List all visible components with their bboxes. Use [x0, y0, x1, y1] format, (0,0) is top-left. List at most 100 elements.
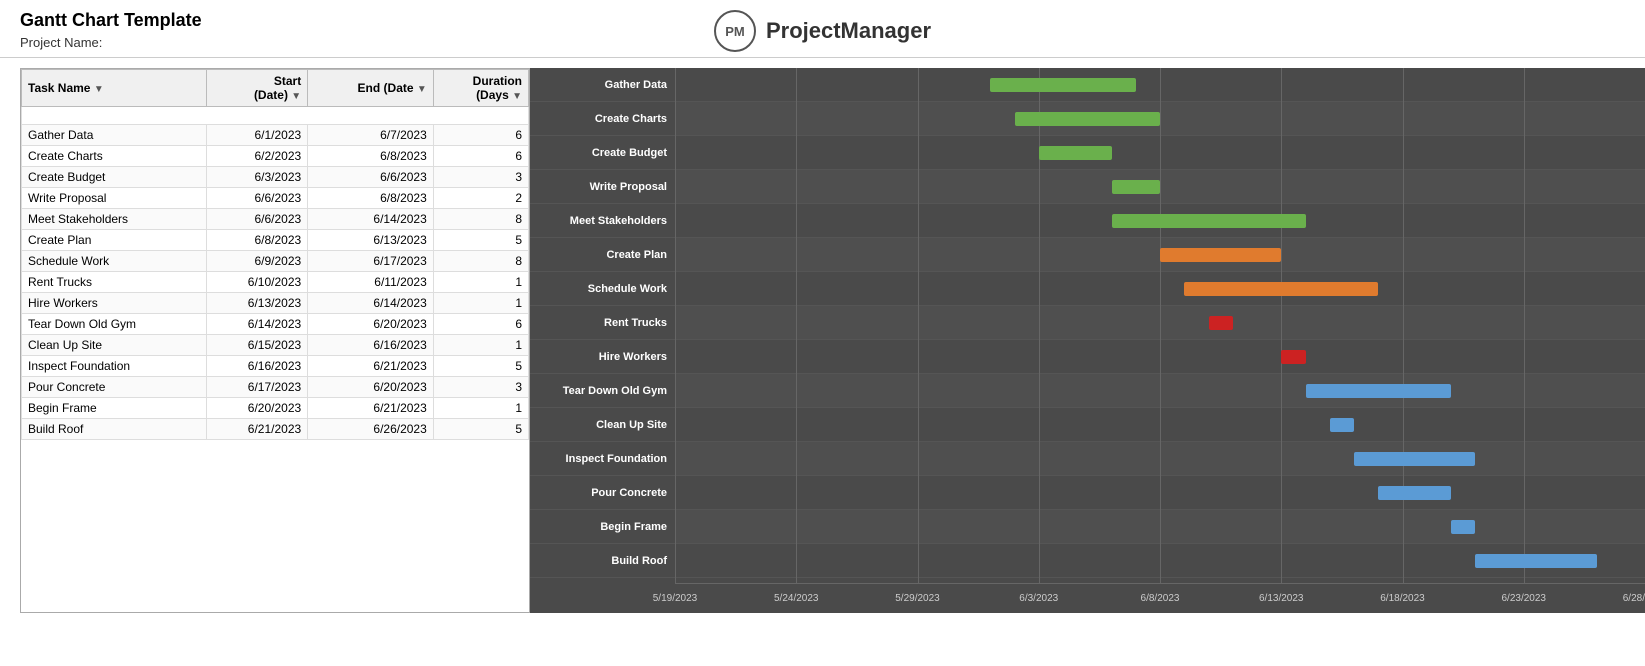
- gantt-label: Inspect Foundation: [530, 442, 675, 476]
- gantt-bar: [1378, 486, 1451, 500]
- gantt-bar: [1451, 520, 1475, 534]
- task-start-cell: 6/15/2023: [206, 335, 307, 356]
- table-row: Clean Up Site 6/15/2023 6/16/2023 1: [22, 335, 529, 356]
- axis-date-label: 5/24/2023: [774, 593, 819, 604]
- table-row: Build Roof 6/21/2023 6/26/2023 5: [22, 419, 529, 440]
- task-end-cell: 6/21/2023: [308, 356, 434, 377]
- axis-date-label: 6/8/2023: [1141, 593, 1180, 604]
- gantt-bar: [1015, 112, 1161, 126]
- task-start-cell: 6/6/2023: [206, 188, 307, 209]
- task-name-cell: Create Budget: [22, 167, 207, 188]
- task-end-cell: 6/13/2023: [308, 230, 434, 251]
- table-row: Write Proposal 6/6/2023 6/8/2023 2: [22, 188, 529, 209]
- task-duration-cell: 6: [433, 314, 528, 335]
- task-name-cell: Hire Workers: [22, 293, 207, 314]
- task-duration-cell: 6: [433, 146, 528, 167]
- gantt-bar: [1475, 554, 1596, 568]
- gantt-label: Pour Concrete: [530, 476, 675, 510]
- axis-date-label: 6/3/2023: [1019, 593, 1058, 604]
- grid-line: [918, 68, 919, 583]
- gantt-bar: [1354, 452, 1475, 466]
- grid-line: [1403, 68, 1404, 583]
- task-duration-cell: 8: [433, 251, 528, 272]
- header-center: PM ProjectManager: [421, 10, 1224, 52]
- project-label: Project Name:: [20, 35, 421, 50]
- task-duration-cell: 1: [433, 272, 528, 293]
- gantt-label: Hire Workers: [530, 340, 675, 374]
- axis-date-label: 5/19/2023: [653, 593, 698, 604]
- task-end-cell: 6/7/2023: [308, 125, 434, 146]
- task-table: Task Name ▼ Start(Date) ▼ End (Date ▼ Du…: [20, 68, 530, 613]
- task-name-cell: Gather Data: [22, 125, 207, 146]
- grid-line: [1524, 68, 1525, 583]
- task-end-cell: 6/8/2023: [308, 188, 434, 209]
- gantt-label: Create Budget: [530, 136, 675, 170]
- table-row: Schedule Work 6/9/2023 6/17/2023 8: [22, 251, 529, 272]
- gantt-label: Create Plan: [530, 238, 675, 272]
- axis-date-label: 6/18/2023: [1380, 593, 1425, 604]
- table-row: Begin Frame 6/20/2023 6/21/2023 1: [22, 398, 529, 419]
- task-start-cell: 6/9/2023: [206, 251, 307, 272]
- axis-date-label: 6/23/2023: [1502, 593, 1547, 604]
- task-duration-cell: 5: [433, 230, 528, 251]
- col-start[interactable]: Start(Date) ▼: [206, 70, 307, 107]
- gantt-chart: Gather DataCreate ChartsCreate BudgetWri…: [530, 68, 1645, 613]
- table-row: Rent Trucks 6/10/2023 6/11/2023 1: [22, 272, 529, 293]
- gantt-label: Build Roof: [530, 544, 675, 578]
- gantt-label: Create Charts: [530, 102, 675, 136]
- table-row: Hire Workers 6/13/2023 6/14/2023 1: [22, 293, 529, 314]
- table-row: Pour Concrete 6/17/2023 6/20/2023 3: [22, 377, 529, 398]
- gantt-bar-area: [675, 68, 1645, 583]
- task-end-cell: 6/16/2023: [308, 335, 434, 356]
- task-start-cell: 6/8/2023: [206, 230, 307, 251]
- pm-logo: PM: [714, 10, 756, 52]
- app-title: Gantt Chart Template: [20, 10, 421, 31]
- gantt-label: Meet Stakeholders: [530, 204, 675, 238]
- axis-date-label: 6/28/2023: [1623, 593, 1645, 604]
- task-name-cell: Rent Trucks: [22, 272, 207, 293]
- task-name-cell: Create Charts: [22, 146, 207, 167]
- task-duration-cell: 8: [433, 209, 528, 230]
- task-end-cell: 6/20/2023: [308, 314, 434, 335]
- task-name-cell: Tear Down Old Gym: [22, 314, 207, 335]
- gantt-label: Rent Trucks: [530, 306, 675, 340]
- axis-date-label: 5/29/2023: [895, 593, 940, 604]
- header-left: Gantt Chart Template Project Name:: [20, 10, 421, 50]
- task-end-cell: 6/26/2023: [308, 419, 434, 440]
- col-task[interactable]: Task Name ▼: [22, 70, 207, 107]
- task-duration-cell: 3: [433, 377, 528, 398]
- task-duration-cell: 1: [433, 335, 528, 356]
- task-duration-cell: 1: [433, 398, 528, 419]
- table-row: Tear Down Old Gym 6/14/2023 6/20/2023 6: [22, 314, 529, 335]
- gantt-label: Clean Up Site: [530, 408, 675, 442]
- task-name-cell: Begin Frame: [22, 398, 207, 419]
- col-duration[interactable]: Duration(Days ▼: [433, 70, 528, 107]
- gantt-bar: [1039, 146, 1112, 160]
- task-duration-cell: 3: [433, 167, 528, 188]
- task-end-cell: 6/6/2023: [308, 167, 434, 188]
- gantt-label: Begin Frame: [530, 510, 675, 544]
- col-end[interactable]: End (Date ▼: [308, 70, 434, 107]
- task-end-cell: 6/8/2023: [308, 146, 434, 167]
- header: Gantt Chart Template Project Name: PM Pr…: [0, 0, 1645, 58]
- gantt-bar: [1112, 180, 1161, 194]
- gantt-bar: [1330, 418, 1354, 432]
- table-row: Create Charts 6/2/2023 6/8/2023 6: [22, 146, 529, 167]
- task-start-cell: 6/3/2023: [206, 167, 307, 188]
- gantt-label-column: Gather DataCreate ChartsCreate BudgetWri…: [530, 68, 675, 578]
- task-start-cell: 6/1/2023: [206, 125, 307, 146]
- pm-name: ProjectManager: [766, 18, 931, 44]
- task-start-cell: 6/14/2023: [206, 314, 307, 335]
- task-name-cell: Clean Up Site: [22, 335, 207, 356]
- task-start-cell: 6/2/2023: [206, 146, 307, 167]
- gantt-bar: [1209, 316, 1233, 330]
- task-duration-cell: 1: [433, 293, 528, 314]
- gantt-bar: [990, 78, 1136, 92]
- grid-line: [675, 68, 676, 583]
- gantt-date-axis: 5/19/20235/24/20235/29/20236/3/20236/8/2…: [675, 583, 1645, 613]
- task-start-cell: 6/16/2023: [206, 356, 307, 377]
- grid-line: [796, 68, 797, 583]
- table-row: Meet Stakeholders 6/6/2023 6/14/2023 8: [22, 209, 529, 230]
- axis-date-label: 6/13/2023: [1259, 593, 1304, 604]
- gantt-bar: [1112, 214, 1306, 228]
